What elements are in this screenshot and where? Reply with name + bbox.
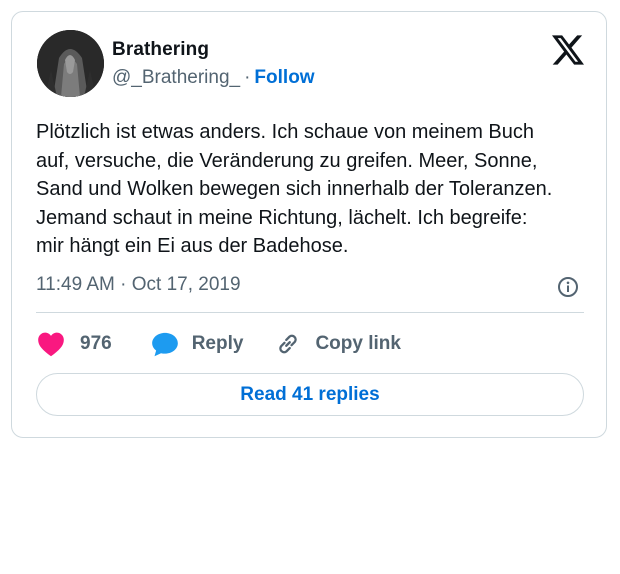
author-handle[interactable]: @_Brathering_: [112, 67, 240, 88]
reply-button[interactable]: Reply: [150, 329, 274, 359]
separator-dot: ·: [244, 67, 251, 88]
x-logo-icon[interactable]: [552, 35, 584, 65]
read-replies-button[interactable]: Read 41 replies: [36, 373, 584, 416]
tweet-card: Brathering @_Brathering_ · Follow Plötzlic…: [11, 11, 607, 438]
speech-bubble-icon: [150, 329, 180, 359]
reply-label: Reply: [191, 333, 244, 354]
avatar[interactable]: [37, 30, 104, 97]
divider: [36, 312, 584, 313]
info-icon[interactable]: [557, 276, 579, 298]
heart-icon: [36, 329, 66, 359]
copy-link-button[interactable]: Copy link: [273, 329, 401, 359]
author-handle-row: @_Brathering_ · Follow: [112, 67, 315, 89]
tweet-timestamp[interactable]: 11:49 AM · Oct 17, 2019: [36, 274, 241, 296]
copy-link-label: Copy link: [315, 333, 401, 354]
action-bar: 976 Reply Copy link: [36, 328, 401, 360]
like-button[interactable]: 976: [36, 329, 150, 359]
tweet-text: Plötzlich ist etwas anders. Ich schaue v…: [36, 121, 553, 258]
follow-button[interactable]: Follow: [254, 67, 314, 88]
like-count: 976: [80, 333, 112, 354]
author-name[interactable]: Brathering: [112, 39, 209, 61]
link-icon: [273, 329, 303, 359]
